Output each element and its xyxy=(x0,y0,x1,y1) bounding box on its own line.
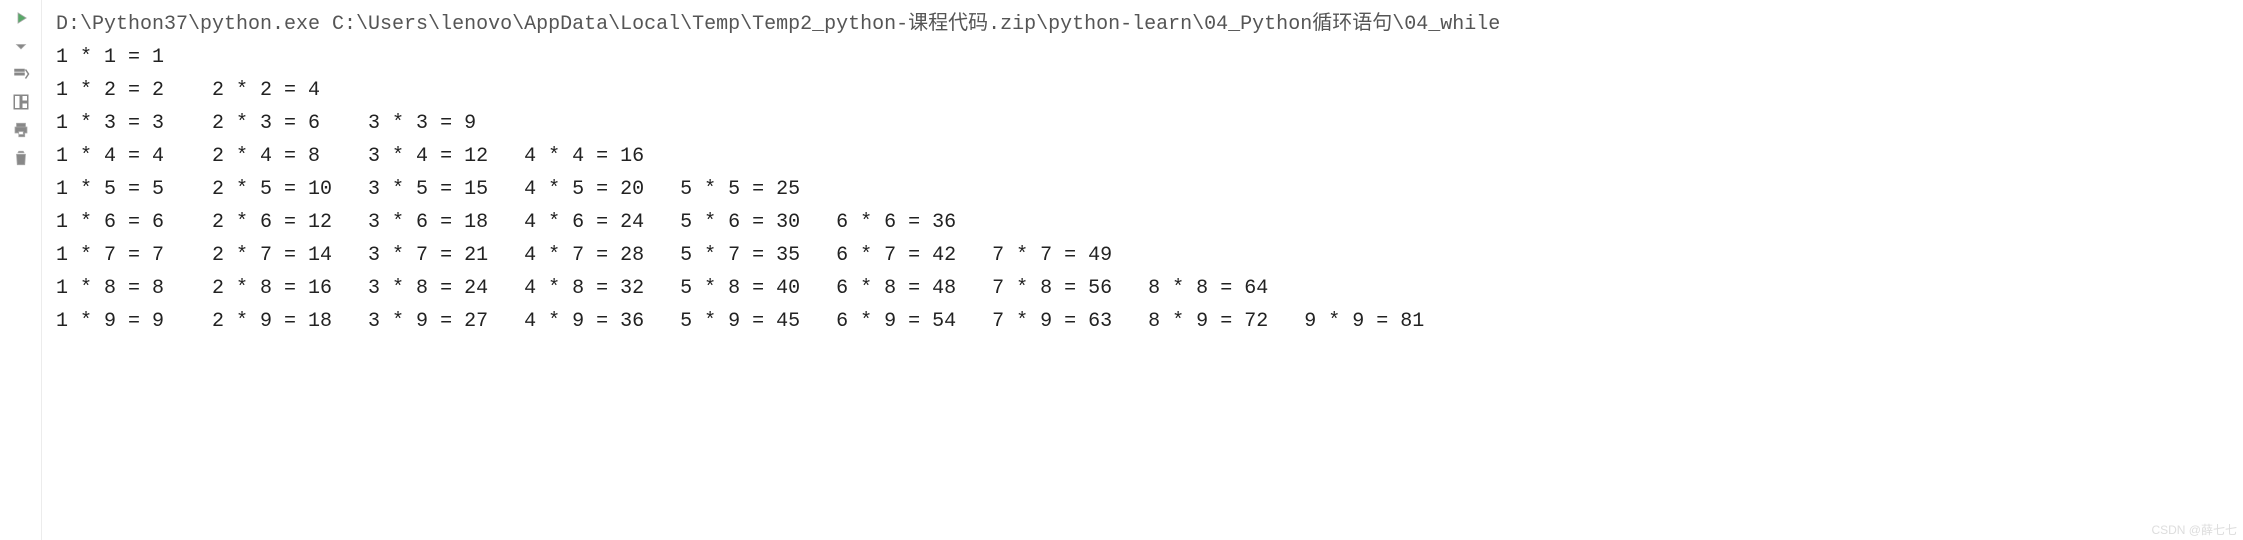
output-row: 1 * 4 = 4 2 * 4 = 8 3 * 4 = 12 4 * 4 = 1… xyxy=(56,145,2243,168)
console-gutter xyxy=(0,0,42,540)
output-row: 1 * 5 = 5 2 * 5 = 10 3 * 5 = 15 4 * 5 = … xyxy=(56,178,2243,201)
command-line: D:\Python37\python.exe C:\Users\lenovo\A… xyxy=(56,6,2243,36)
step-icon[interactable] xyxy=(9,62,33,86)
print-icon[interactable] xyxy=(9,118,33,142)
output-row: 1 * 3 = 3 2 * 3 = 6 3 * 3 = 9 xyxy=(56,112,2243,135)
output-row: 1 * 7 = 7 2 * 7 = 14 3 * 7 = 21 4 * 7 = … xyxy=(56,244,2243,267)
output-row: 1 * 9 = 9 2 * 9 = 18 3 * 9 = 27 4 * 9 = … xyxy=(56,310,2243,333)
watermark-text: CSDN @薛七七 xyxy=(2151,521,2237,538)
output-row: 1 * 8 = 8 2 * 8 = 16 3 * 8 = 24 4 * 8 = … xyxy=(56,277,2243,300)
output-row: 1 * 2 = 2 2 * 2 = 4 xyxy=(56,79,2243,102)
console-output[interactable]: D:\Python37\python.exe C:\Users\lenovo\A… xyxy=(42,0,2243,540)
trash-icon[interactable] xyxy=(9,146,33,170)
down-arrow-icon[interactable] xyxy=(9,34,33,58)
run-arrow-icon[interactable] xyxy=(9,6,33,30)
output-row: 1 * 6 = 6 2 * 6 = 12 3 * 6 = 18 4 * 6 = … xyxy=(56,211,2243,234)
output-row: 1 * 1 = 1 xyxy=(56,46,2243,69)
layout-icon[interactable] xyxy=(9,90,33,114)
